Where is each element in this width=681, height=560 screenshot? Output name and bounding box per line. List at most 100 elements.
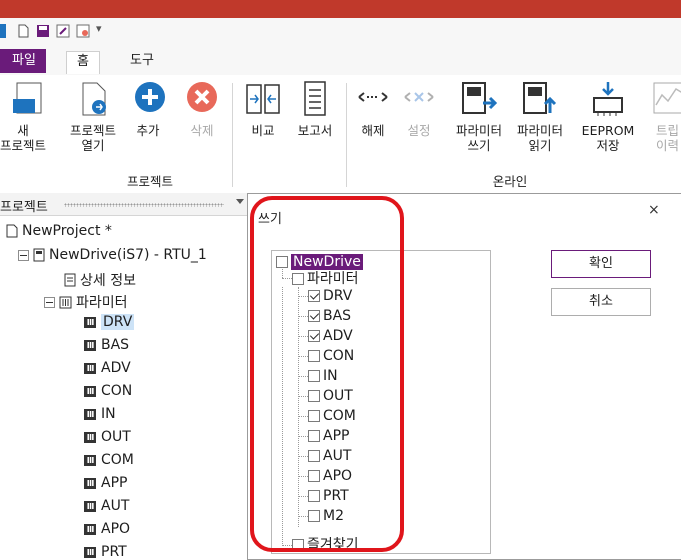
edit-icon[interactable] xyxy=(56,24,70,38)
tree-project-root[interactable]: NewProject * xyxy=(6,223,112,239)
qat-customize-icon[interactable]: ▾ xyxy=(96,22,102,35)
checkbox[interactable] xyxy=(308,330,320,342)
eeprom-save-button[interactable]: EEPROM 저장 xyxy=(578,81,638,153)
checkbox[interactable] xyxy=(308,290,320,302)
tree-param-label: DRV xyxy=(101,314,135,330)
delete-icon xyxy=(187,82,217,112)
detail-icon xyxy=(64,273,76,287)
tree-param-label: ADV xyxy=(101,360,131,376)
checkbox[interactable] xyxy=(292,273,304,285)
tree-item-drv[interactable]: DRV xyxy=(308,287,352,305)
tree-parameters[interactable]: 파라미터 xyxy=(44,292,128,312)
dialog-title: 쓰기 xyxy=(258,212,282,227)
add-button[interactable]: 추가 xyxy=(130,81,166,138)
checkbox[interactable] xyxy=(308,490,320,502)
tree-item-bas[interactable]: BAS xyxy=(308,307,351,325)
new-file-icon[interactable] xyxy=(16,24,30,38)
tree-param-bas[interactable]: Ⅲ BAS xyxy=(84,337,129,353)
collapse-icon[interactable] xyxy=(18,249,29,261)
new-project-button[interactable]: 새 프로젝트 xyxy=(0,81,46,153)
tree-item-prt[interactable]: PRT xyxy=(308,487,349,505)
parameter-read-button[interactable]: 파라미터 읽기 xyxy=(510,81,570,153)
tree-item-app[interactable]: APP xyxy=(308,427,349,445)
checkbox[interactable] xyxy=(308,370,320,382)
tree-param-con[interactable]: Ⅲ CON xyxy=(84,383,132,399)
trip-history-button[interactable]: 트립 이력 xyxy=(644,81,681,153)
open-project-button[interactable]: 프로젝트 열기 xyxy=(64,81,122,153)
parameter-write-label: 파라미터 xyxy=(455,123,502,138)
tree-item-drive[interactable]: NewDrive xyxy=(276,253,363,271)
tree-param-app[interactable]: Ⅲ APP xyxy=(84,475,127,491)
tree-item-adv[interactable]: ADV xyxy=(308,327,353,345)
eeprom-save-label-2: 저장 xyxy=(596,138,620,153)
edit-options-icon[interactable] xyxy=(76,24,90,38)
tree-item-apo[interactable]: APO xyxy=(308,467,352,485)
tree-param-drv[interactable]: Ⅲ DRV xyxy=(84,314,135,330)
tree-item-parameters[interactable]: 파라미터 xyxy=(292,270,359,288)
add-icon xyxy=(135,82,165,112)
trip-history-label-2: 이력 xyxy=(656,138,680,153)
tree-item-con[interactable]: CON xyxy=(308,347,354,365)
tree-param-label: CON xyxy=(101,383,133,399)
parameter-read-label: 파라미터 xyxy=(516,123,563,138)
tree-connector xyxy=(298,376,308,377)
checkbox[interactable] xyxy=(292,539,304,551)
checkbox[interactable] xyxy=(276,256,288,268)
parameters-group-icon xyxy=(59,296,72,308)
open-project-label: 프로젝트 xyxy=(69,123,116,138)
tree-item-favorites[interactable]: 즐겨찾기 xyxy=(292,536,359,554)
tree-item-aut[interactable]: AUT xyxy=(308,447,351,465)
checkbox[interactable] xyxy=(308,450,320,462)
connect-settings-label: 설정 xyxy=(407,123,431,138)
tree-drive[interactable]: NewDrive(iS7) - RTU_1 xyxy=(18,247,207,263)
parameter-write-label-2: 쓰기 xyxy=(467,138,491,153)
checkbox[interactable] xyxy=(308,350,320,362)
tree-param-adv[interactable]: Ⅲ ADV xyxy=(84,360,131,376)
tree-item-label: IN xyxy=(323,368,338,384)
ok-button[interactable]: 확인 xyxy=(551,250,651,278)
checkbox[interactable] xyxy=(308,430,320,442)
compare-label: 비교 xyxy=(251,123,275,138)
tree-param-aut[interactable]: Ⅲ AUT xyxy=(84,498,129,514)
tree-item-in[interactable]: IN xyxy=(308,367,338,385)
tree-param-com[interactable]: Ⅲ COM xyxy=(84,452,134,468)
report-icon xyxy=(304,81,326,116)
tree-param-out[interactable]: Ⅲ OUT xyxy=(84,429,131,445)
file-icon xyxy=(6,224,18,238)
delete-button[interactable]: 삭제 xyxy=(182,81,222,138)
panel-grip[interactable] xyxy=(64,203,224,207)
tree-item-m2[interactable]: M2 xyxy=(308,507,344,525)
compare-button[interactable]: 비교 xyxy=(238,81,288,138)
parameter-icon: Ⅲ xyxy=(84,316,96,328)
tab-file[interactable]: 파일 xyxy=(0,49,46,73)
checkbox[interactable] xyxy=(308,390,320,402)
parameter-icon: Ⅲ xyxy=(84,500,96,512)
parameter-icon: Ⅲ xyxy=(84,546,96,558)
ribbon-separator-2 xyxy=(346,83,347,187)
checkbox[interactable] xyxy=(308,510,320,522)
cancel-button[interactable]: 취소 xyxy=(551,288,651,316)
tree-item-out[interactable]: OUT xyxy=(308,387,353,405)
tree-connector xyxy=(298,456,308,457)
checkbox[interactable] xyxy=(308,310,320,322)
collapse-icon[interactable] xyxy=(44,296,55,308)
panel-dropdown-icon[interactable] xyxy=(236,199,244,204)
tree-item-com[interactable]: COM xyxy=(308,407,356,425)
parameter-write-button[interactable]: 파라미터 쓰기 xyxy=(452,81,506,153)
save-icon[interactable] xyxy=(36,24,50,38)
checkbox[interactable] xyxy=(308,470,320,482)
tree-param-in[interactable]: Ⅲ IN xyxy=(84,406,116,422)
tree-detail-info[interactable]: 상세 정보 xyxy=(64,270,136,290)
project-panel-header: 프로젝트 xyxy=(0,193,252,216)
tree-param-apo[interactable]: Ⅲ APO xyxy=(84,521,130,537)
disconnect-button[interactable]: 해제 xyxy=(352,81,394,138)
tab-home[interactable]: 홈 xyxy=(66,51,100,74)
eeprom-save-icon xyxy=(593,82,623,116)
connect-settings-button[interactable]: 설정 xyxy=(398,81,440,138)
checkbox[interactable] xyxy=(308,410,320,422)
close-icon[interactable]: × xyxy=(648,202,660,218)
tab-tools[interactable]: 도구 xyxy=(120,51,164,73)
trip-history-icon xyxy=(653,82,681,114)
tree-connector xyxy=(298,316,308,317)
report-button[interactable]: 보고서 xyxy=(290,81,340,138)
